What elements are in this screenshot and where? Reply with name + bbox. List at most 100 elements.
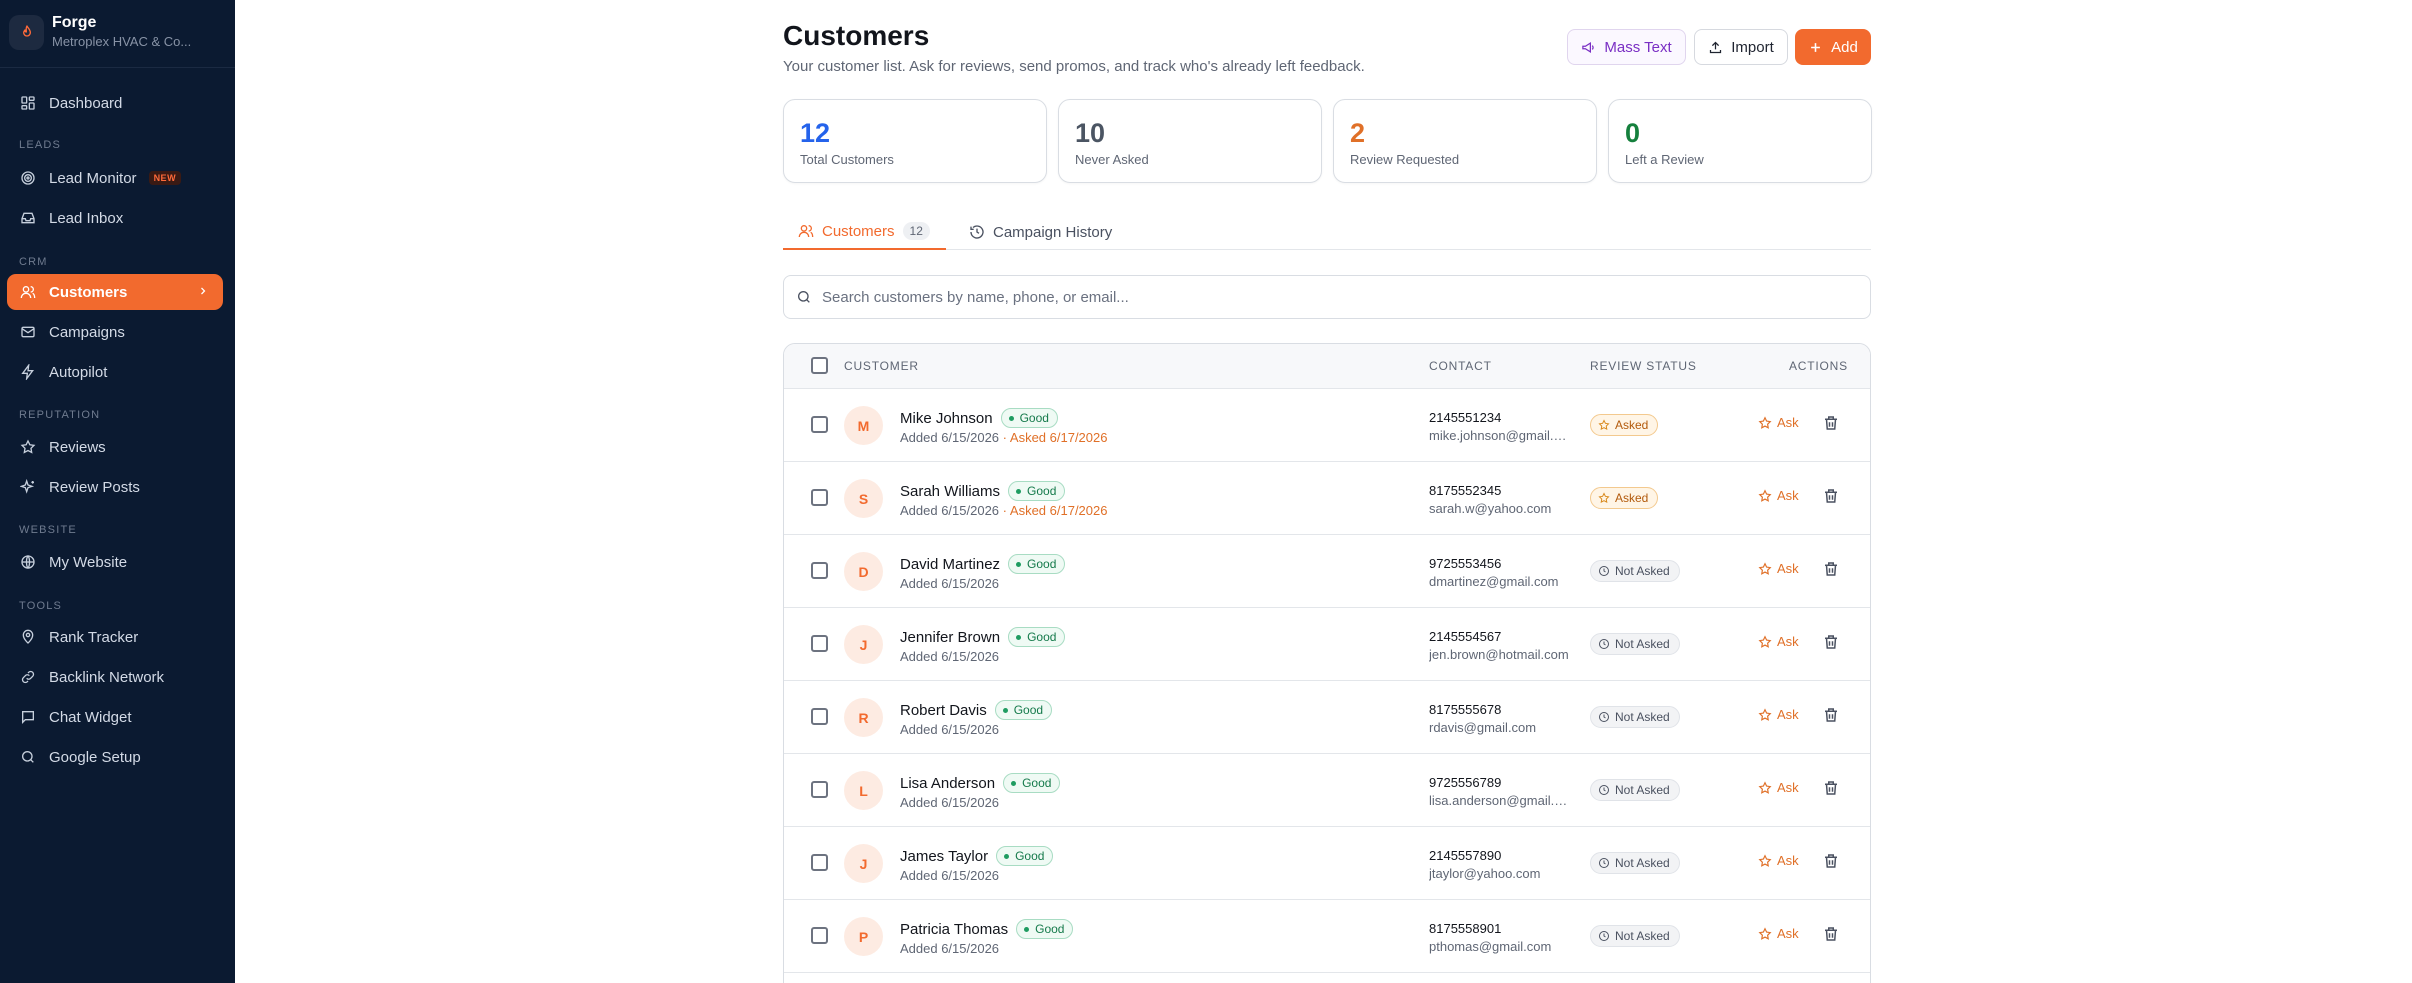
star-icon (1598, 492, 1615, 504)
review-status-label: Not Asked (1615, 929, 1670, 943)
table-row[interactable]: R Robert Davis Good Added 6/15/2026 81755556… (784, 681, 1870, 754)
sidebar-item-lead-inbox[interactable]: Lead Inbox (7, 200, 223, 236)
trash-icon[interactable] (1822, 414, 1840, 432)
row-checkbox[interactable] (811, 562, 828, 579)
contact-email: mike.johnson@gmail.com (1429, 428, 1569, 443)
ask-button[interactable]: Ask (1758, 634, 1799, 649)
customer-name[interactable]: David Martinez (900, 556, 1000, 573)
flame-icon (9, 14, 44, 50)
sidebar-item-label: Autopilot (49, 363, 108, 381)
good-badge: Good (1008, 481, 1066, 501)
sidebar-item-label: Review Posts (49, 478, 140, 496)
sidebar-item-campaigns[interactable]: Campaigns (7, 314, 223, 350)
row-checkbox[interactable] (811, 635, 828, 652)
trash-icon[interactable] (1822, 487, 1840, 505)
status-dot-icon (1024, 926, 1030, 932)
good-label: Good (1027, 484, 1057, 498)
add-customer-button[interactable]: Add (1795, 29, 1871, 65)
avatar: P (844, 917, 883, 956)
sidebar-item-chat-widget[interactable]: Chat Widget (7, 699, 223, 735)
contact-email: dmartinez@gmail.com (1429, 574, 1559, 589)
column-header-review-status: REVIEW STATUS (1590, 359, 1697, 373)
import-button[interactable]: Import (1694, 29, 1788, 65)
row-checkbox[interactable] (811, 927, 828, 944)
sidebar-item-backlink-network[interactable]: Backlink Network (7, 659, 223, 695)
stat-value: 0 (1625, 118, 1641, 148)
sidebar-item-label: Rank Tracker (49, 628, 139, 646)
sidebar-item-autopilot[interactable]: Autopilot (7, 354, 223, 390)
star-icon (1758, 853, 1777, 868)
added-date: Added 6/15/2026 (900, 868, 999, 883)
page-subtitle: Your customer list. Ask for reviews, sen… (783, 58, 1365, 75)
status-dot-icon (1016, 488, 1022, 494)
search-icon (19, 748, 37, 766)
customer-name[interactable]: Jennifer Brown (900, 629, 1000, 646)
select-all-checkbox[interactable] (811, 357, 828, 374)
tab-campaign-history[interactable]: Campaign History (959, 214, 1122, 250)
customer-name[interactable]: Robert Davis (900, 702, 987, 719)
table-row[interactable]: L Lisa Anderson Good Added 6/15/2026 9725556… (784, 754, 1870, 827)
ask-button[interactable]: Ask (1758, 853, 1799, 868)
ask-button[interactable]: Ask (1758, 926, 1799, 941)
row-checkbox[interactable] (811, 781, 828, 798)
customer-name[interactable]: Sarah Williams (900, 483, 1000, 500)
added-text: Added 6/15/2026 (900, 722, 1000, 737)
customer-name-line: Jennifer Brown Good (900, 627, 1066, 647)
trash-icon[interactable] (1822, 852, 1840, 870)
contact-email: jtaylor@yahoo.com (1429, 866, 1541, 881)
contact-phone: 8175552345 (1429, 483, 1502, 498)
table-row[interactable]: P Patricia Thomas Good Added 6/15/2026 81755… (784, 900, 1870, 973)
sidebar: Forge Metroplex HVAC & Co... Dashboard L… (0, 0, 235, 983)
tab-customers[interactable]: Customers 12 (783, 214, 946, 250)
new-badge: NEW (148, 171, 182, 185)
review-status-label: Not Asked (1615, 564, 1670, 578)
row-checkbox[interactable] (811, 854, 828, 871)
table-row[interactable]: S Sarah Williams Good Added 6/15/2026 · Ask… (784, 462, 1870, 535)
customer-name-line: Lisa Anderson Good (900, 773, 1061, 793)
table-row[interactable]: J Jennifer Brown Good Added 6/15/2026 214555… (784, 608, 1870, 681)
brand[interactable]: Forge Metroplex HVAC & Co... (9, 14, 191, 50)
sidebar-item-label: Reviews (49, 438, 106, 456)
sidebar-item-rank-tracker[interactable]: Rank Tracker (7, 619, 223, 655)
table-row[interactable]: J James Taylor Good Added 6/15/2026 21455578… (784, 827, 1870, 900)
sidebar-item-google-setup[interactable]: Google Setup (7, 739, 223, 775)
good-label: Good (1027, 630, 1057, 644)
ask-button[interactable]: Ask (1758, 415, 1799, 430)
added-date: Added 6/15/2026 (900, 649, 999, 664)
table-row[interactable]: D David Martinez Good Added 6/15/2026 972555… (784, 535, 1870, 608)
customer-name[interactable]: Lisa Anderson (900, 775, 995, 792)
row-checkbox[interactable] (811, 708, 828, 725)
column-header-customer: CUSTOMER (844, 359, 919, 373)
trash-icon[interactable] (1822, 925, 1840, 943)
star-icon (1758, 488, 1777, 503)
table-row[interactable]: M Mike Johnson Good Added 6/15/2026 · Asked… (784, 389, 1870, 462)
customer-name[interactable]: James Taylor (900, 848, 988, 865)
row-checkbox[interactable] (811, 416, 828, 433)
sidebar-item-review-posts[interactable]: Review Posts (7, 469, 223, 505)
search-input[interactable] (822, 288, 1822, 306)
contact-phone: 9725556789 (1429, 775, 1502, 790)
ask-button[interactable]: Ask (1758, 561, 1799, 576)
mass-text-button[interactable]: Mass Text (1567, 29, 1686, 65)
row-checkbox[interactable] (811, 489, 828, 506)
sidebar-item-customers[interactable]: Customers (7, 274, 223, 310)
ask-button[interactable]: Ask (1758, 488, 1799, 503)
customer-name[interactable]: Patricia Thomas (900, 921, 1008, 938)
sidebar-item-dashboard[interactable]: Dashboard (7, 85, 223, 121)
sidebar-item-label: Customers (49, 283, 128, 301)
sidebar-item-reviews[interactable]: Reviews (7, 429, 223, 465)
sidebar-item-lead-monitor[interactable]: Lead Monitor NEW (7, 160, 223, 196)
trash-icon[interactable] (1822, 779, 1840, 797)
sidebar-item-my-website[interactable]: My Website (7, 544, 223, 580)
trash-icon[interactable] (1822, 633, 1840, 651)
added-text: Added 6/15/2026 (900, 503, 1000, 518)
status-dot-icon (1004, 853, 1010, 859)
ask-label: Ask (1777, 707, 1799, 722)
trash-icon[interactable] (1822, 706, 1840, 724)
clock-icon (1598, 711, 1615, 723)
trash-icon[interactable] (1822, 560, 1840, 578)
ask-button[interactable]: Ask (1758, 707, 1799, 722)
customer-name[interactable]: Mike Johnson (900, 410, 993, 427)
review-status-label: Asked (1615, 491, 1649, 505)
ask-button[interactable]: Ask (1758, 780, 1799, 795)
